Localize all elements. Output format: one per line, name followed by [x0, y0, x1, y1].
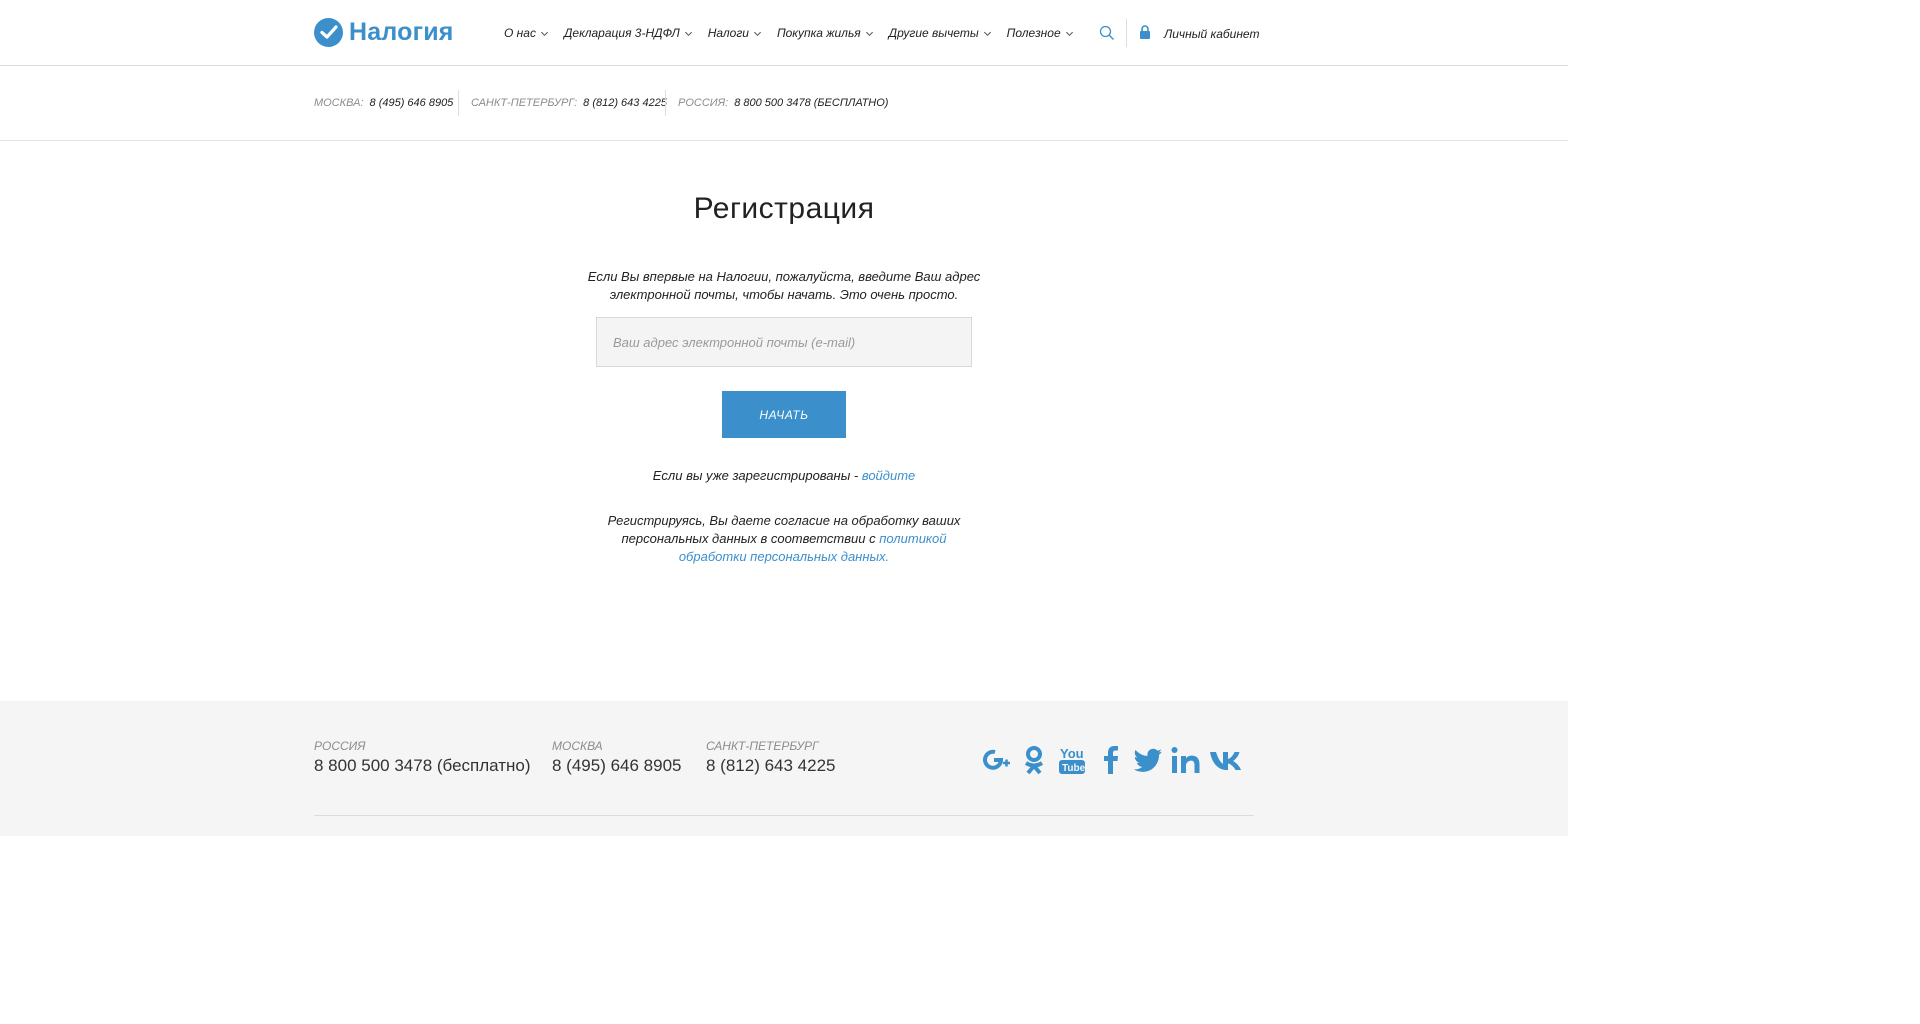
contact-phone[interactable]: 8 (495) 646 8905 [370, 97, 454, 109]
footer-contact-spb: Санкт-Петербург 8 (812) 643 4225 [706, 739, 836, 776]
footer-contact-label: Россия [314, 739, 366, 753]
logo-text: Налогия [349, 17, 454, 46]
google-plus-icon[interactable] [981, 745, 1011, 775]
footer-divider [314, 815, 1254, 816]
chevron-down-icon [753, 31, 761, 36]
nav-item-label: Декларация 3-НДФЛ [563, 26, 680, 40]
nav-item-other-deductions[interactable]: Другие вычеты [889, 25, 992, 41]
contact-label: Санкт-Петербург: [471, 97, 578, 109]
lock-icon [1140, 25, 1150, 39]
footer-contact-phone[interactable]: 8 (812) 643 4225 [706, 756, 836, 776]
svg-text:You: You [1060, 746, 1084, 761]
contact-phone[interactable]: 8 (812) 643 4225 [583, 97, 667, 109]
footer-contact-phone[interactable]: 8 (495) 646 8905 [552, 756, 682, 776]
login-prompt: Если вы уже зарегистрированы - войдите [0, 468, 1568, 483]
contact-label: Москва: [314, 97, 364, 109]
facebook-icon[interactable] [1095, 745, 1125, 775]
chevron-down-icon [1065, 31, 1073, 36]
contact-label: Россия: [678, 97, 729, 109]
contact-moscow: Москва: 8 (495) 646 8905 [314, 97, 453, 109]
logo[interactable]: Налогия [314, 17, 454, 47]
start-button[interactable]: Начать [722, 391, 846, 438]
contact-divider [665, 90, 666, 116]
footer-contact-label: Санкт-Петербург [706, 739, 819, 753]
email-field[interactable] [596, 317, 972, 367]
vk-icon[interactable] [1209, 745, 1243, 775]
chevron-down-icon [865, 31, 873, 36]
login-prompt-text: Если вы уже зарегистрированы - [652, 468, 862, 483]
nav-item-housing[interactable]: Покупка жилья [777, 25, 874, 41]
intro-text: Если Вы впервые на Налогии, пожалуйста, … [587, 269, 981, 302]
checkmark-icon [314, 17, 343, 47]
nav-item-label: Полезное [1006, 26, 1061, 40]
chevron-down-icon [684, 31, 692, 36]
nav-item-label: Покупка жилья [776, 26, 861, 40]
contact-divider [458, 90, 459, 116]
site-header: Налогия О нас Декларация 3-НДФЛ Налоги П… [0, 0, 1568, 66]
footer-contact-moscow: Москва 8 (495) 646 8905 [552, 739, 682, 776]
chevron-down-icon [983, 31, 991, 36]
odnoklassniki-icon[interactable] [1019, 745, 1049, 775]
social-links: You Tube [981, 745, 1243, 775]
page-title: Регистрация [693, 192, 875, 225]
personal-account-link[interactable]: Личный кабинет [1164, 27, 1259, 41]
page: Налогия О нас Декларация 3-НДФЛ Налоги П… [0, 0, 1568, 836]
nav-item-declaration[interactable]: Декларация 3-НДФЛ [564, 25, 693, 41]
twitter-icon[interactable] [1133, 745, 1163, 775]
nav-item-about[interactable]: О нас [504, 25, 549, 41]
linkedin-icon[interactable] [1171, 745, 1201, 775]
nav-item-label: Другие вычеты [888, 26, 979, 40]
footer-contact-russia: Россия 8 800 500 3478 (бесплатно) [314, 739, 531, 776]
main-nav: О нас Декларация 3-НДФЛ Налоги Покупка ж… [504, 25, 1089, 41]
nav-item-label: О нас [504, 26, 536, 40]
youtube-icon[interactable]: You Tube [1057, 745, 1087, 775]
contacts-bar: Москва: 8 (495) 646 8905 Санкт-Петербург:… [0, 66, 1568, 141]
login-link[interactable]: войдите [862, 468, 915, 483]
contact-phone[interactable]: 8 800 500 3478 (бесплатно) [734, 97, 888, 109]
search-icon[interactable] [1099, 25, 1115, 41]
svg-text:Tube: Tube [1062, 763, 1086, 774]
footer-contact-phone[interactable]: 8 800 500 3478 (бесплатно) [314, 756, 531, 776]
nav-item-useful[interactable]: Полезное [1007, 25, 1074, 41]
contact-russia: Россия: 8 800 500 3478 (бесплатно) [678, 97, 888, 109]
chevron-down-icon [540, 31, 548, 36]
nav-item-taxes[interactable]: Налоги [708, 25, 762, 41]
header-divider [1126, 19, 1127, 47]
footer-contact-label: Москва [552, 739, 603, 753]
contact-spb: Санкт-Петербург: 8 (812) 643 4225 [471, 97, 667, 109]
site-footer: Россия 8 800 500 3478 (бесплатно) Москва… [0, 701, 1568, 836]
consent-text: Регистрируясь, Вы даете согласие на обра… [604, 512, 964, 566]
nav-item-label: Налоги [707, 26, 749, 40]
